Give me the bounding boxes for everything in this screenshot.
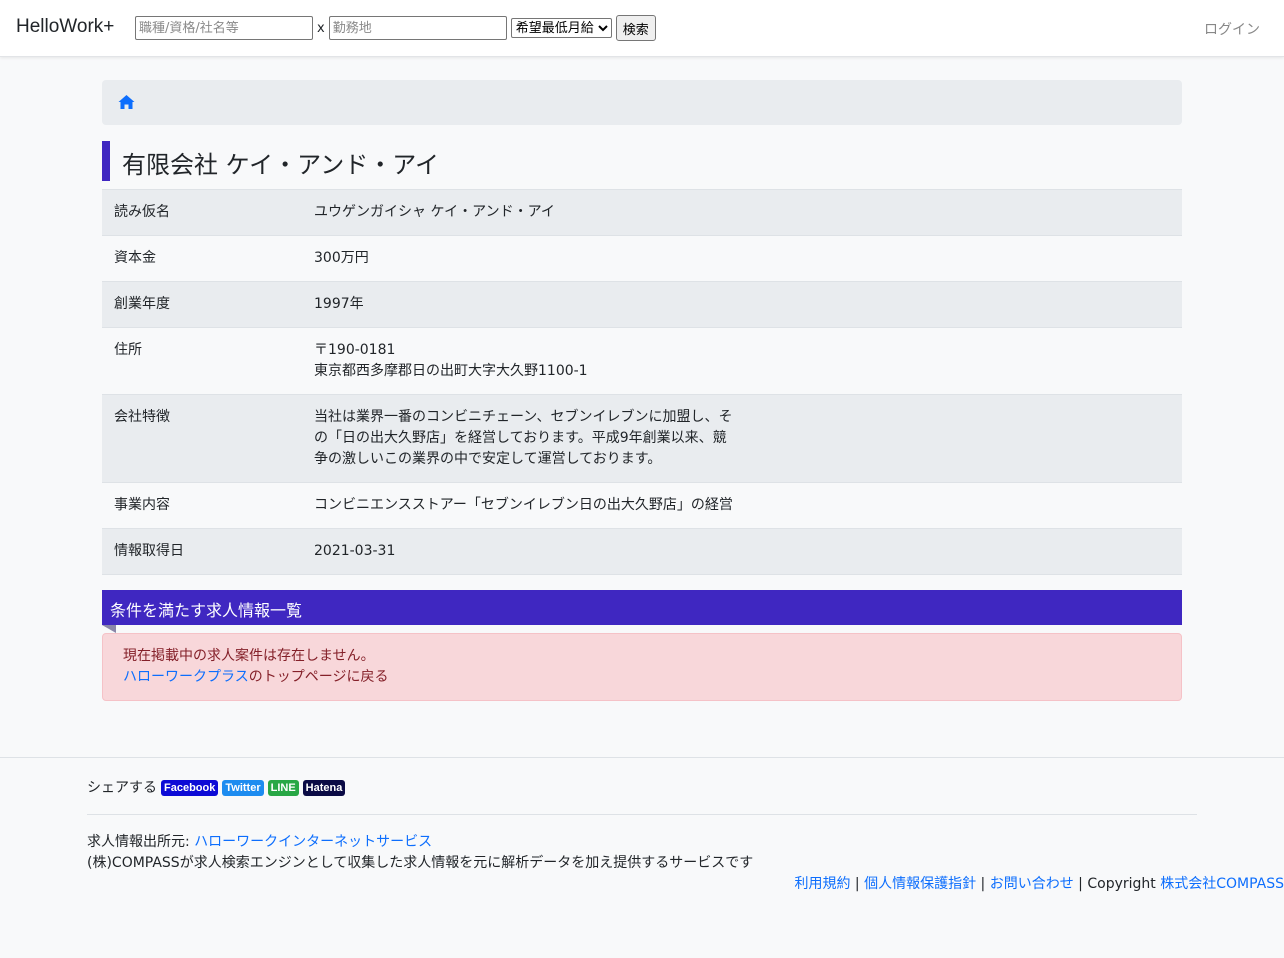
- terms-link[interactable]: 利用規約: [794, 876, 850, 892]
- link-separator: |: [1073, 876, 1088, 892]
- salary-select[interactable]: 希望最低月給: [510, 18, 612, 38]
- info-value: 1997年: [302, 282, 1182, 328]
- link-separator: |: [976, 876, 990, 892]
- info-value: 2021-03-31: [302, 529, 1182, 575]
- source-line: 求人情報出所元: ハローワークインターネットサービス: [87, 832, 753, 853]
- info-value-line: 当社は業界一番のコンビニチェーン、セブンイレブンに加盟し、そ: [314, 409, 733, 425]
- share-line-button[interactable]: LINE: [267, 779, 299, 796]
- share-twitter-button[interactable]: Twitter: [222, 779, 264, 796]
- job-keyword-input[interactable]: [135, 16, 313, 40]
- source-label: 求人情報出所元:: [87, 834, 195, 850]
- no-jobs-alert: 現在掲載中の求人案件は存在しません。 ハローワークプラスのトップページに戻る: [102, 633, 1182, 701]
- share-bar: シェアする Facebook Twitter LINE Hatena: [87, 777, 346, 797]
- share-buttons: Facebook Twitter LINE Hatena: [157, 779, 346, 796]
- info-label: 読み仮名: [114, 204, 170, 220]
- hellowork-plus-link[interactable]: ハローワークプラス: [123, 669, 249, 685]
- info-value-line: ユウゲンガイシャ ケイ・アンド・アイ: [314, 204, 555, 220]
- top-navbar: HelloWork+ x 希望最低月給 検索 ログイン: [0, 0, 1284, 57]
- info-value: 当社は業界一番のコンビニチェーン、セブンイレブンに加盟し、そ の「日の出大久野店」…: [302, 395, 1182, 483]
- compass-company-link[interactable]: 株式会社COMPASS: [1160, 876, 1284, 892]
- copyright-text: Copyright: [1087, 876, 1161, 892]
- location-input[interactable]: [328, 16, 507, 40]
- info-label: 事業内容: [114, 497, 170, 513]
- info-label: 会社特徴: [114, 409, 170, 425]
- company-title-block: 有限会社 ケイ・アンド・アイ: [102, 141, 1182, 181]
- info-value-line: 300万円: [314, 250, 369, 266]
- info-value-line: 〒190-0181: [314, 342, 396, 358]
- company-info-table: 読み仮名 ユウゲンガイシャ ケイ・アンド・アイ資本金 300万円創業年度 1997年住…: [102, 189, 1182, 575]
- info-value-line: 1997年: [314, 296, 364, 312]
- info-row: 事業内容 コンビニエンスストアー「セブンイレブン日の出大久野店」の経営: [102, 482, 1182, 529]
- contact-link[interactable]: お問い合わせ: [990, 876, 1074, 892]
- footer-links: 利用規約 | 個人情報保護指針 | お問い合わせ | Copyright 株式会…: [794, 874, 1284, 895]
- search-form: x 希望最低月給 検索: [135, 15, 656, 41]
- no-jobs-message: 現在掲載中の求人案件は存在しません。: [123, 648, 375, 664]
- link-separator: |: [850, 876, 865, 892]
- brand-logo[interactable]: HelloWork+: [16, 16, 114, 38]
- info-value: ユウゲンガイシャ ケイ・アンド・アイ: [302, 190, 1182, 236]
- back-to-top-line: ハローワークプラスのトップページに戻る: [123, 667, 1161, 688]
- info-value-line: コンビニエンスストアー「セブンイレブン日の出大久野店」の経営: [314, 497, 733, 513]
- source-info: 求人情報出所元: ハローワークインターネットサービス (株)COMPASSが求人…: [87, 832, 753, 874]
- job-list-header: 条件を満たす求人情報一覧: [102, 590, 1182, 625]
- share-label: シェアする: [87, 780, 157, 796]
- info-row: 情報取得日 2021-03-31: [102, 528, 1182, 575]
- info-value: コンビニエンスストアー「セブンイレブン日の出大久野店」の経営: [302, 483, 1182, 529]
- back-to-top-suffix: のトップページに戻る: [248, 669, 389, 685]
- share-facebook-button[interactable]: Facebook: [161, 779, 219, 796]
- info-value-line: 2021-03-31: [314, 543, 396, 559]
- info-row: 創業年度 1997年: [102, 281, 1182, 328]
- home-icon[interactable]: [118, 94, 135, 110]
- company-name: 有限会社 ケイ・アンド・アイ: [122, 151, 439, 179]
- info-value-line: 争の激しいこの業界の中で安定して運営しております。: [314, 451, 662, 467]
- search-separator: x: [317, 20, 325, 36]
- info-label: 情報取得日: [114, 543, 184, 559]
- info-row: 住所 〒190-0181 東京都西多摩郡日の出町大字大久野1100-1: [102, 327, 1182, 395]
- ribbon-tail: [102, 625, 116, 633]
- info-label: 資本金: [114, 250, 156, 266]
- service-description: (株)COMPASSが求人検索エンジンとして収集した求人情報を元に解析データを加…: [87, 855, 754, 871]
- login-link[interactable]: ログイン: [1204, 19, 1260, 39]
- breadcrumb: [102, 80, 1182, 125]
- search-button[interactable]: 検索: [615, 15, 656, 41]
- info-value: 〒190-0181 東京都西多摩郡日の出町大字大久野1100-1: [302, 328, 1182, 395]
- share-hatena-button[interactable]: Hatena: [302, 779, 346, 796]
- info-value: 300万円: [302, 236, 1182, 282]
- info-label: 創業年度: [114, 296, 170, 312]
- info-row: 読み仮名 ユウゲンガイシャ ケイ・アンド・アイ: [102, 189, 1182, 236]
- footer-divider: [87, 814, 1197, 815]
- info-value-line: 東京都西多摩郡日の出町大字大久野1100-1: [314, 363, 588, 379]
- info-row: 会社特徴 当社は業界一番のコンビニチェーン、セブンイレブンに加盟し、そ の「日の出大…: [102, 394, 1182, 483]
- info-label: 住所: [114, 342, 142, 358]
- privacy-link[interactable]: 個人情報保護指針: [864, 876, 976, 892]
- footer: シェアする Facebook Twitter LINE Hatena 求人情報出所元:…: [0, 757, 1284, 958]
- hellowork-internet-link[interactable]: ハローワークインターネットサービス: [194, 834, 432, 850]
- info-value-line: の「日の出大久野店」を経営しております。平成9年創業以来、競: [314, 430, 727, 446]
- info-row: 資本金 300万円: [102, 235, 1182, 282]
